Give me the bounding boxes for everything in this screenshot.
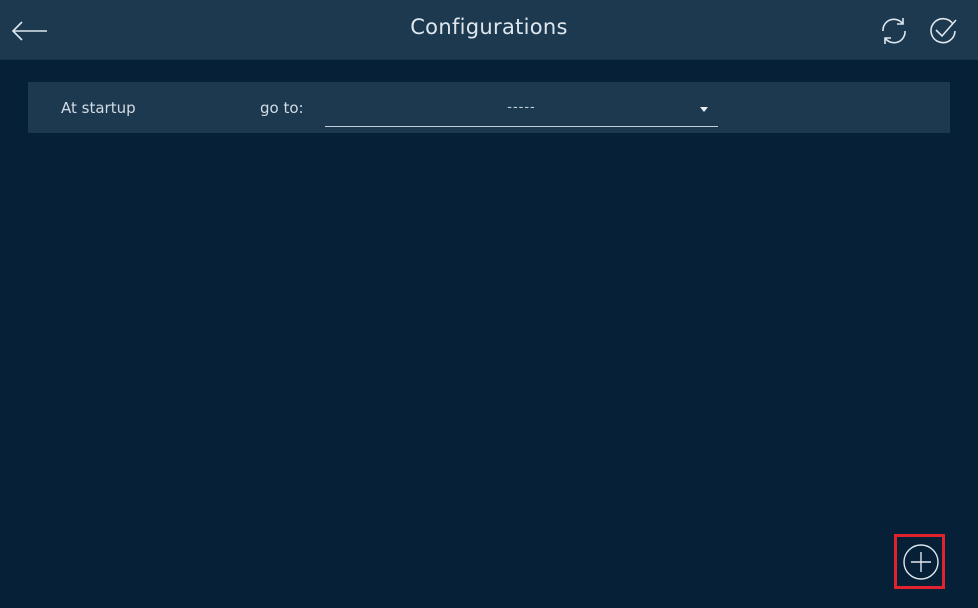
top-bar: Configurations [0,0,978,60]
page-title: Configurations [410,15,568,39]
goto-label: go to: [260,99,304,117]
add-configuration-button[interactable] [902,543,940,581]
configurations-screen: Configurations At startup go to: ----- [0,0,978,608]
startup-page-dropdown[interactable]: ----- [325,92,718,127]
startup-setting-row: At startup go to: ----- [28,82,950,133]
check-circle-icon [930,17,957,44]
refresh-icon [882,18,906,44]
caret-down-icon [700,107,708,112]
dropdown-selected-value: ----- [507,100,536,115]
plus-circle-icon [903,544,939,580]
arrow-left-icon [11,21,47,41]
startup-label: At startup [61,99,136,117]
back-button[interactable] [10,15,50,47]
confirm-button[interactable] [926,14,960,48]
refresh-button[interactable] [877,14,911,48]
